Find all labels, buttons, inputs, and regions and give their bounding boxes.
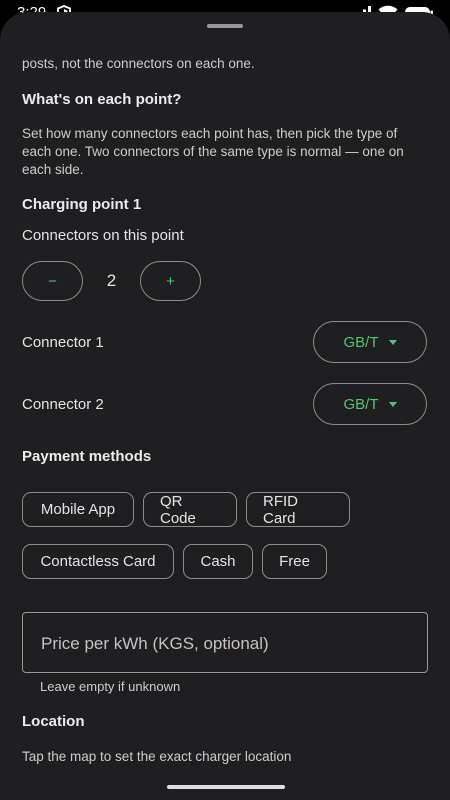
- chip-label: Mobile App: [40, 501, 116, 518]
- minus-icon: −: [48, 272, 57, 290]
- chip-label: QR Code: [160, 492, 196, 527]
- chip-label: RFID Card: [263, 492, 298, 527]
- chip-label: Free: [279, 553, 310, 570]
- chip-label: Contactless Card: [40, 553, 156, 570]
- connectors-count-label: Connectors on this point: [22, 227, 184, 244]
- connector-count-value: 2: [106, 271, 117, 290]
- increment-connectors-button[interactable]: +: [140, 261, 201, 301]
- caret-down-icon: [388, 401, 397, 407]
- points-section-title: What's on each point?: [22, 91, 182, 108]
- location-title: Location: [22, 713, 85, 730]
- location-hint: Tap the map to set the exact charger loc…: [22, 749, 292, 764]
- chip-label: Cash: [200, 553, 236, 570]
- price-helper-text: Leave empty if unknown: [40, 679, 181, 694]
- decrement-connectors-button[interactable]: −: [22, 261, 83, 301]
- connector-2-type-value: GB/T: [343, 395, 379, 413]
- gesture-nav-handle[interactable]: [167, 785, 285, 789]
- connector-2-label: Connector 2: [22, 396, 104, 413]
- payment-chip-free[interactable]: Free: [262, 544, 327, 579]
- price-per-kwh-input[interactable]: [39, 613, 413, 674]
- screen: 3:29 posts, not the connectors on ea: [0, 0, 450, 800]
- price-per-kwh-field[interactable]: [22, 612, 428, 674]
- points-section-description: Set how many connectors each point has, …: [22, 126, 404, 177]
- connector-1-type-dropdown[interactable]: GB/T: [313, 321, 427, 363]
- bottom-sheet: posts, not the connectors on each one. W…: [0, 12, 450, 800]
- payment-methods-title: Payment methods: [22, 448, 152, 465]
- payment-chip-qr-code[interactable]: QR Code: [143, 492, 237, 527]
- intro-text-tail: posts, not the connectors on each one.: [22, 56, 255, 71]
- payment-chip-contactless-card[interactable]: Contactless Card: [22, 544, 174, 579]
- sheet-content: posts, not the connectors on each one. W…: [0, 12, 450, 800]
- connector-1-type-value: GB/T: [343, 333, 379, 351]
- payment-chip-cash[interactable]: Cash: [183, 544, 253, 579]
- connector-1-label: Connector 1: [22, 334, 104, 351]
- plus-icon: +: [166, 272, 175, 290]
- payment-chip-rfid-card[interactable]: RFID Card: [246, 492, 350, 527]
- payment-chip-mobile-app[interactable]: Mobile App: [22, 492, 134, 527]
- charging-point-title: Charging point 1: [22, 196, 142, 213]
- caret-down-icon: [388, 339, 397, 345]
- connector-2-type-dropdown[interactable]: GB/T: [313, 383, 427, 425]
